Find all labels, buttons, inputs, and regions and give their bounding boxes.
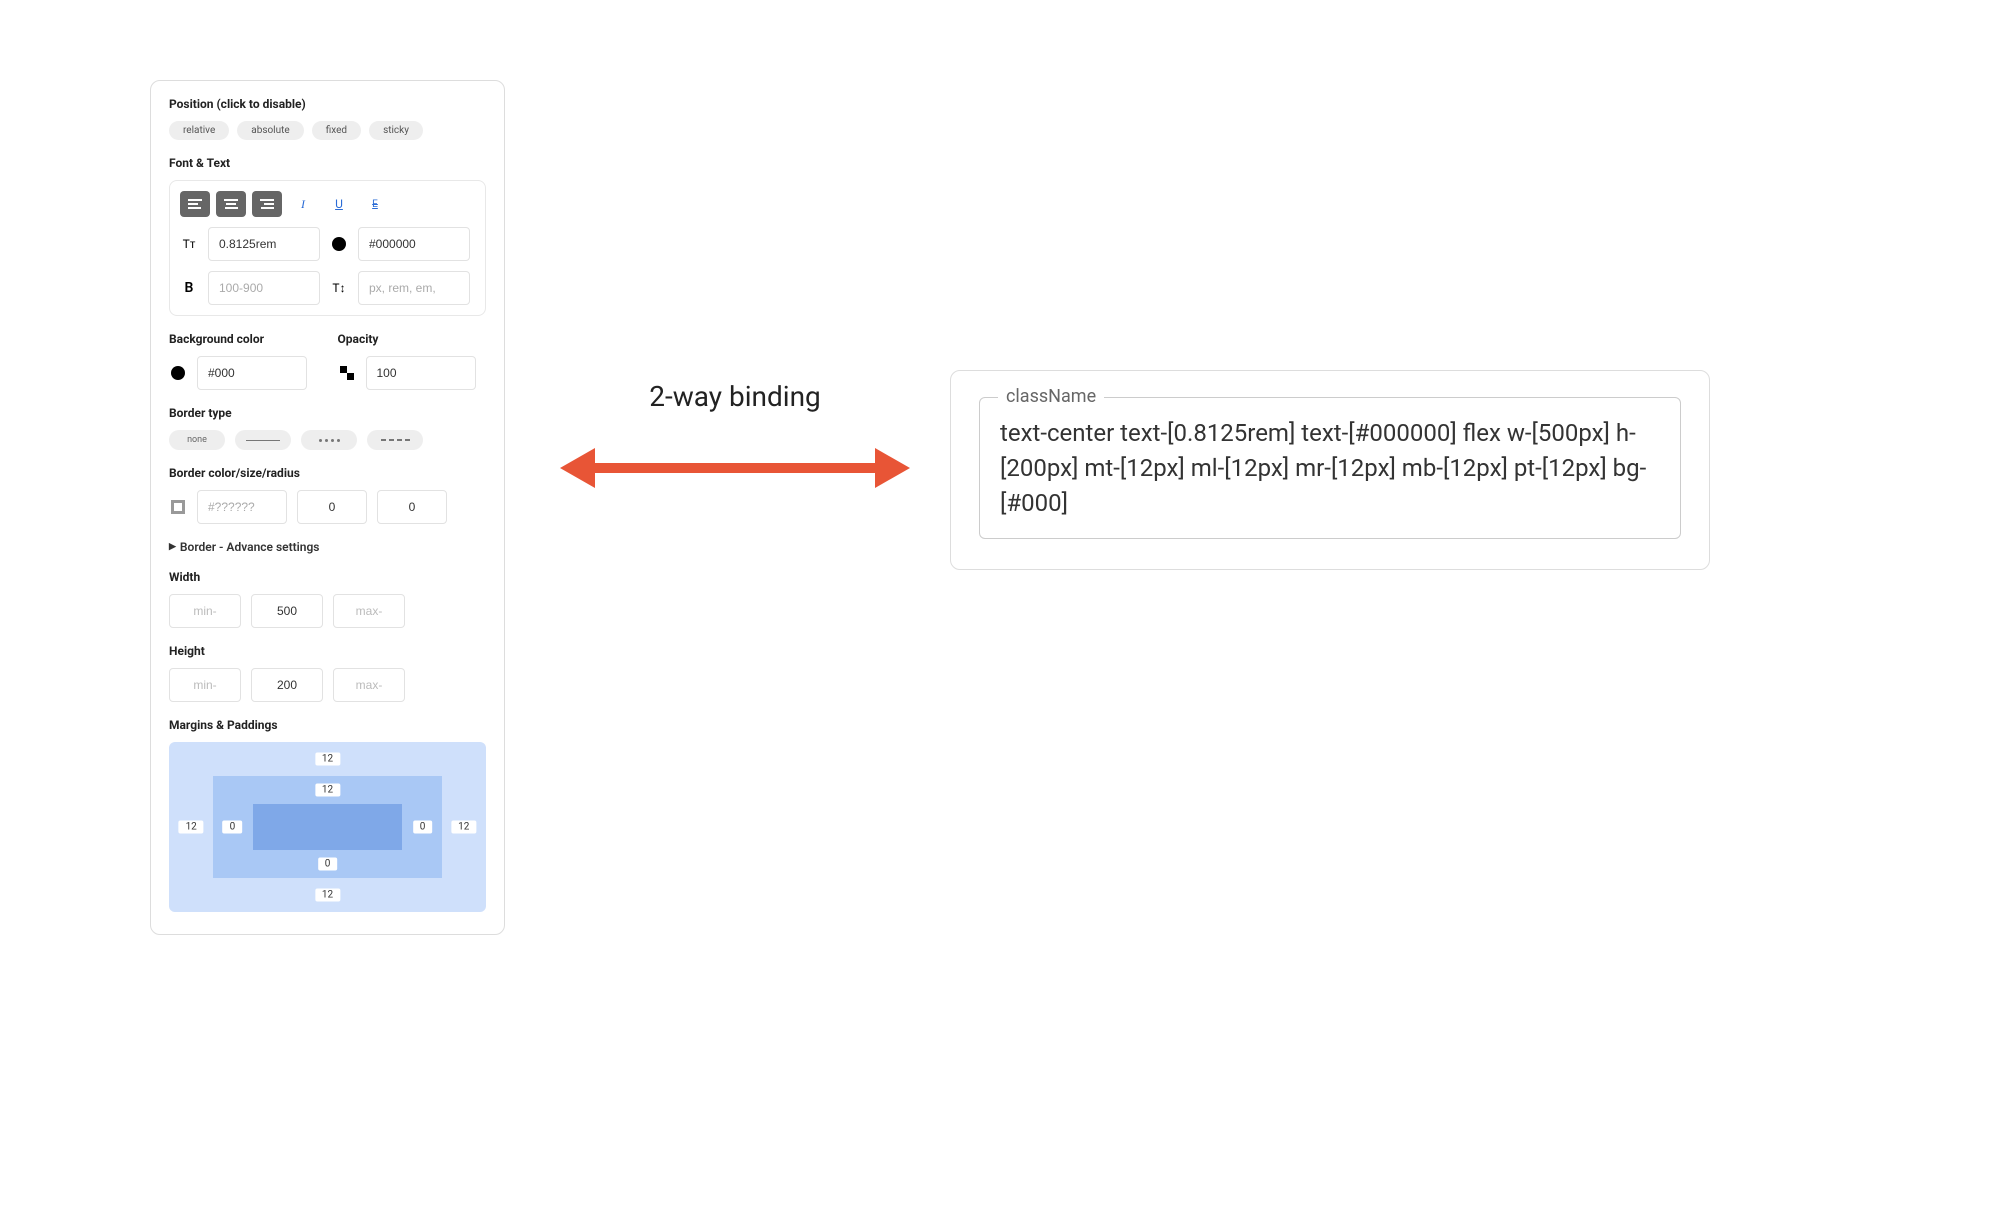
position-fixed-pill[interactable]: fixed [312, 121, 361, 140]
margin-right-value[interactable]: 12 [451, 821, 476, 834]
padding-left-value[interactable]: 0 [223, 821, 243, 834]
height-input[interactable] [251, 668, 323, 702]
border-color-swatch-icon[interactable] [169, 500, 187, 514]
font-text-section: Font & Text I U E Tᴛ [169, 156, 486, 316]
width-input[interactable] [251, 594, 323, 628]
max-height-input[interactable] [333, 668, 405, 702]
classname-fieldset: className text-center text-[0.8125rem] t… [979, 397, 1681, 539]
position-section: Position (click to disable) relative abs… [169, 97, 486, 140]
margins-paddings-section: Margins & Paddings 12 12 12 12 12 0 0 0 [169, 718, 486, 912]
position-absolute-pill[interactable]: absolute [237, 121, 303, 140]
opacity-checker-icon [338, 366, 356, 380]
caret-right-icon: ▶ [169, 542, 176, 552]
border-csr-section: Border color/size/radius [169, 466, 486, 524]
binding-label: 2-way binding [550, 380, 920, 413]
border-advanced-section: ▶ Border - Advance settings [169, 540, 486, 554]
classname-card: className text-center text-[0.8125rem] t… [950, 370, 1710, 570]
style-panel: Position (click to disable) relative abs… [150, 80, 505, 935]
border-advanced-toggle[interactable]: ▶ Border - Advance settings [169, 540, 486, 554]
font-weight-input[interactable] [208, 271, 320, 305]
margin-top-value[interactable]: 12 [315, 753, 340, 766]
width-label: Width [169, 570, 486, 584]
linethrough-button[interactable]: E [360, 191, 390, 217]
height-label: Height [169, 644, 486, 658]
min-height-input[interactable] [169, 668, 241, 702]
margins-paddings-label: Margins & Paddings [169, 718, 486, 732]
align-left-button[interactable] [180, 191, 210, 217]
font-text-label: Font & Text [169, 156, 486, 170]
margin-bottom-value[interactable]: 12 [315, 889, 340, 902]
position-relative-pill[interactable]: relative [169, 121, 229, 140]
bg-color-swatch[interactable] [169, 366, 187, 380]
classname-output[interactable]: text-center text-[0.8125rem] text-[#0000… [1000, 416, 1660, 520]
max-width-input[interactable] [333, 594, 405, 628]
align-right-button[interactable] [252, 191, 282, 217]
double-arrow-icon [560, 433, 910, 503]
border-dashed-pill[interactable] [367, 430, 423, 450]
opacity-input[interactable] [366, 356, 476, 390]
text-color-input[interactable] [358, 227, 470, 261]
border-dotted-pill[interactable] [301, 430, 357, 450]
bg-color-input[interactable] [197, 356, 307, 390]
width-section: Width [169, 570, 486, 628]
opacity-label: Opacity [338, 332, 487, 346]
line-height-input[interactable] [358, 271, 470, 305]
border-solid-pill[interactable] [235, 430, 291, 450]
border-type-section: Border type none [169, 406, 486, 450]
bg-label: Background color [169, 332, 318, 346]
margin-left-value[interactable]: 12 [179, 821, 204, 834]
align-center-button[interactable] [216, 191, 246, 217]
min-width-input[interactable] [169, 594, 241, 628]
border-size-input[interactable] [297, 490, 367, 524]
border-radius-input[interactable] [377, 490, 447, 524]
position-label: Position (click to disable) [169, 97, 486, 111]
content-box [253, 804, 402, 850]
border-csr-label: Border color/size/radius [169, 466, 486, 480]
position-sticky-pill[interactable]: sticky [369, 121, 423, 140]
bold-icon: B [180, 280, 198, 296]
padding-right-value[interactable]: 0 [413, 821, 433, 834]
border-none-pill[interactable]: none [169, 430, 225, 450]
height-section: Height [169, 644, 486, 702]
line-height-icon: T↕ [330, 281, 348, 295]
text-color-swatch[interactable] [330, 237, 348, 251]
italic-button[interactable]: I [288, 191, 318, 217]
box-model-visualizer: 12 12 12 12 12 0 0 0 [169, 742, 486, 912]
border-advanced-label: Border - Advance settings [180, 540, 320, 554]
underline-button[interactable]: U [324, 191, 354, 217]
classname-legend: className [998, 386, 1104, 407]
font-size-icon: Tᴛ [180, 237, 198, 251]
font-size-input[interactable] [208, 227, 320, 261]
bg-opacity-section: Background color Opacity [169, 332, 486, 390]
border-type-label: Border type [169, 406, 486, 420]
binding-arrow: 2-way binding [550, 380, 920, 507]
padding-top-value[interactable]: 12 [315, 783, 340, 796]
border-color-input[interactable] [197, 490, 287, 524]
padding-bottom-value[interactable]: 0 [318, 858, 338, 871]
